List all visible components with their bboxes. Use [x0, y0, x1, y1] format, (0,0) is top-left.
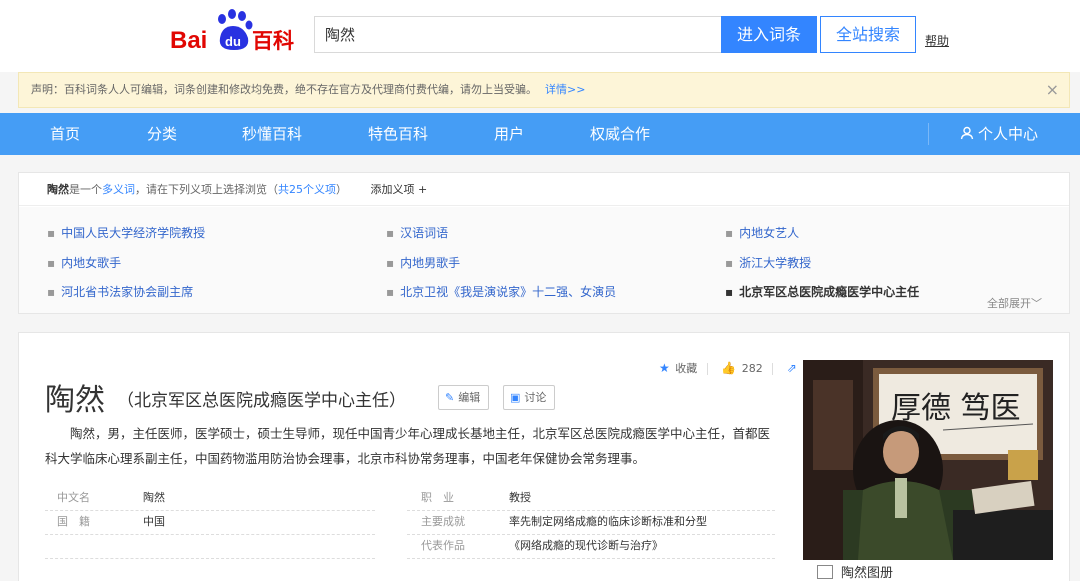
info-label: 国 籍: [57, 515, 90, 528]
user-center-link[interactable]: 个人中心: [960, 113, 1038, 155]
nav-video-baike[interactable]: 秒懂百科: [242, 113, 302, 155]
main-nav: 首页 分类 秒懂百科 特色百科 用户 权威合作 个人中心: [0, 113, 1080, 155]
expand-all-button[interactable]: 全部展开﹀: [987, 295, 1042, 311]
info-label: 中文名: [57, 491, 90, 504]
album-link[interactable]: 陶然图册: [817, 562, 893, 581]
entry-title: 陶然: [45, 383, 105, 418]
close-icon[interactable]: ×: [1046, 73, 1059, 107]
polysemy-item[interactable]: ▪ 中国人民大学经济学院教授: [47, 224, 205, 241]
polysemy-list: ▪ 中国人民大学经济学院教授 ▪ 汉语词语 ▪ 内地女艺人 ▪ 内地女歌手 ▪ 内地男歌手…: [19, 207, 1069, 313]
info-label: 职 业: [421, 491, 454, 504]
polysemy-link[interactable]: 多义词: [102, 183, 135, 196]
logo-bai: Bai: [170, 27, 207, 54]
user-icon: [960, 126, 974, 140]
nav-users[interactable]: 用户: [494, 113, 524, 155]
polysemy-count[interactable]: 共25个义项: [278, 183, 336, 196]
header: Bai du 百科 进入词条 全站搜索 帮助: [0, 0, 1080, 72]
add-item-label: 添加义项: [370, 183, 415, 196]
favorite-button[interactable]: ★ 收藏: [657, 361, 697, 375]
notice-detail-link[interactable]: 详情>>: [545, 83, 585, 96]
polysemy-item-current: ▪ 北京军区总医院成瘾医学中心主任: [725, 285, 920, 299]
calligraphy: 厚德 笃医: [891, 391, 1021, 426]
enter-entry-button[interactable]: 进入词条: [721, 16, 817, 53]
info-value: 率先制定网络成瘾的临床诊断标准和分型: [509, 515, 707, 528]
polysemy-item[interactable]: ▪ 内地男歌手: [386, 254, 460, 271]
chevron-down-icon: ﹀: [1031, 297, 1042, 310]
nav-divider: [928, 123, 929, 145]
baidu-baike-logo[interactable]: Bai du 百科: [170, 8, 298, 56]
add-item-button[interactable]: 添加义项 +: [371, 183, 428, 196]
polysemy-text: 是一个: [69, 183, 102, 196]
info-label: 代表作品: [421, 539, 465, 552]
polysemy-item[interactable]: ▪ 浙江大学教授: [725, 254, 811, 271]
search-input[interactable]: [314, 16, 722, 53]
nav-category[interactable]: 分类: [147, 113, 177, 155]
notice-text: 声明：百科词条人人可编辑，词条创建和修改均免费，绝不存在官方及代理商付费代编，请…: [31, 83, 537, 96]
polysemy-text: ，请在下列义项上选择浏览（: [135, 183, 278, 196]
notice-bar: 声明：百科词条人人可编辑，词条创建和修改均免费，绝不存在官方及代理商付费代编，请…: [18, 72, 1070, 108]
plus-icon: +: [418, 183, 428, 196]
share-icon: ⇗: [786, 361, 797, 375]
polysemy-item[interactable]: ▪ 内地女艺人: [725, 224, 799, 241]
logo-baike: 百科: [252, 29, 294, 53]
polysemy-term: 陶然: [47, 183, 69, 196]
polysemy-item[interactable]: ▪ 内地女歌手: [47, 254, 121, 271]
entry-main: ★ 收藏 👍 282 ⇗ 8 陶然 （北京军区总医院成瘾医学中心主任） ✎编辑 …: [18, 332, 1070, 581]
logo-du: du: [225, 34, 241, 49]
user-center-label: 个人中心: [978, 125, 1039, 143]
info-value: 中国: [143, 515, 165, 528]
entry-summary: 陶然，男，主任医师，医学硕士，硕士生导师，现任中国青少年心理成长基地主任，北京军…: [45, 426, 771, 466]
entry-actions: ★ 收藏 👍 282 ⇗ 8: [655, 360, 809, 376]
entry-subtitle: （北京军区总医院成瘾医学中心主任）: [117, 391, 406, 411]
star-icon: ★: [659, 361, 670, 375]
nav-authority[interactable]: 权威合作: [590, 113, 650, 155]
pencil-icon: ✎: [445, 391, 455, 404]
site-search-button[interactable]: 全站搜索: [820, 16, 916, 53]
nav-home[interactable]: 首页: [50, 113, 80, 155]
polysemy-item[interactable]: ▪ 河北省书法家协会副主席: [47, 283, 193, 300]
info-value[interactable]: 《网络成瘾的现代诊断与治疗》: [509, 534, 663, 558]
chat-icon: ▣: [510, 391, 521, 404]
polysemy-text: ）: [336, 183, 347, 196]
info-label: 主要成就: [421, 515, 465, 528]
info-value: 陶然: [143, 491, 165, 504]
polysemy-item[interactable]: ▪ 汉语词语: [386, 224, 448, 241]
polysemy-item[interactable]: ▪ 北京卫视《我是演说家》十二强、女演员: [386, 283, 616, 300]
like-button[interactable]: 👍 282: [719, 361, 762, 375]
help-link[interactable]: 帮助: [925, 32, 949, 49]
info-value: 教授: [509, 491, 531, 504]
nav-featured[interactable]: 特色百科: [368, 113, 428, 155]
entry-photo[interactable]: 厚德 笃医: [803, 360, 1053, 560]
polysemy-box: 陶然是一个多义词，请在下列义项上选择浏览（共25个义项） 添加义项 + ▪ 中国人…: [18, 172, 1070, 314]
edit-button[interactable]: ✎ 编辑: [438, 385, 490, 410]
thumbs-up-icon: 👍: [721, 361, 737, 375]
discuss-button[interactable]: ▣ 讨论: [503, 385, 556, 410]
polysemy-header: 陶然是一个多义词，请在下列义项上选择浏览（共25个义项） 添加义项 +: [19, 173, 1069, 206]
image-icon: [817, 565, 833, 579]
